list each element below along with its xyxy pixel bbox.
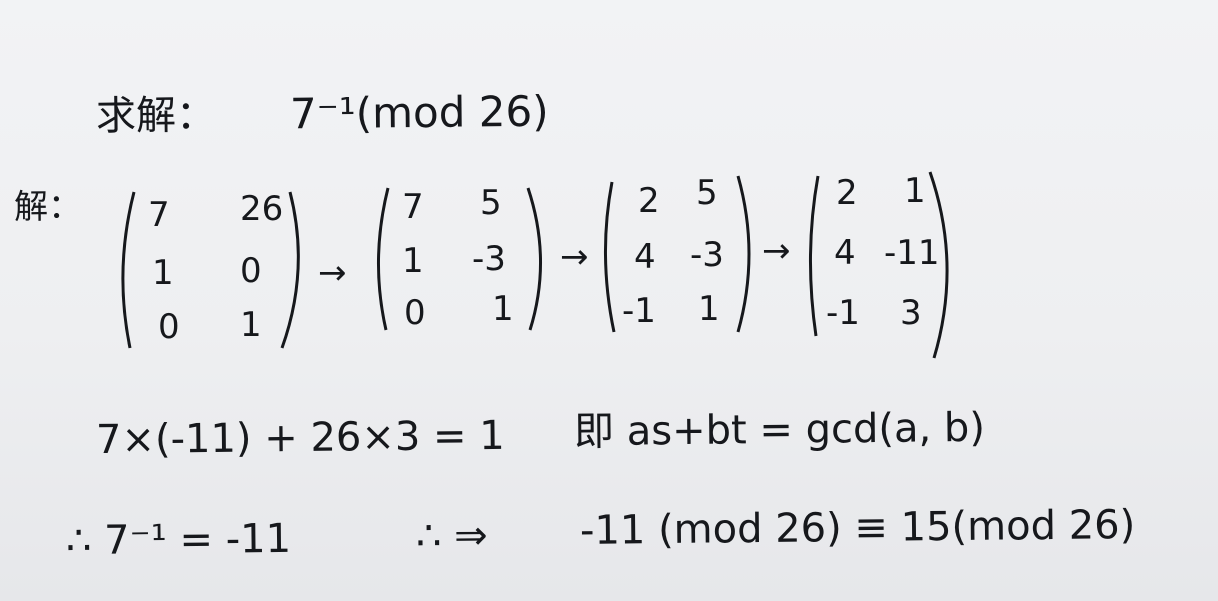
equation-lhs: 7×(-11) + 26×3 = 1 xyxy=(95,412,505,464)
conclusion-inverse: ∴ 7⁻¹ = -11 xyxy=(65,515,292,565)
matrix-1-r2-c1: 1 xyxy=(152,253,174,293)
transform-arrow-1: → xyxy=(318,253,347,293)
matrix-4: 2 1 4 -11 -1 3 xyxy=(804,166,960,362)
matrix-3-r1-c1: 2 xyxy=(638,181,660,221)
matrix-4-r3-c1: -1 xyxy=(826,293,860,333)
transform-arrow-3: → xyxy=(762,231,791,271)
solution-label: 解： xyxy=(13,186,83,228)
conclusion-result: -11 (mod 26) ≡ 15(mod 26) xyxy=(579,502,1136,554)
handwritten-page: 求解： 7⁻¹(mod 26) 解： 7 26 1 0 0 1 → 7 5 1 … xyxy=(0,0,1218,601)
matrix-3-r3-c2: 1 xyxy=(698,289,720,329)
matrix-4-r2-c1: 4 xyxy=(834,233,856,273)
matrix-3: 2 5 4 -3 -1 1 xyxy=(598,170,758,340)
matrix-4-r1-c2: 1 xyxy=(904,171,926,211)
matrix-2-r3-c1: 0 xyxy=(404,293,426,333)
matrix-2-r2-c2: -3 xyxy=(472,239,506,279)
matrix-1-r2-c2: 0 xyxy=(240,251,262,291)
matrix-4-r1-c1: 2 xyxy=(836,173,858,213)
matrix-2-brackets xyxy=(376,187,543,331)
matrix-1-r1-c1: 7 xyxy=(148,195,170,235)
matrix-4-r3-c2: 3 xyxy=(900,293,922,333)
conclusion-implies: ∴ ⇒ xyxy=(415,512,488,560)
matrix-2-r2-c1: 1 xyxy=(402,241,424,281)
matrix-1-r3-c1: 0 xyxy=(158,307,180,347)
problem-label: 求解： xyxy=(95,92,217,140)
matrix-3-r2-c1: 4 xyxy=(634,237,656,277)
problem-expression: 7⁻¹(mod 26) xyxy=(289,86,549,139)
matrix-1: 7 26 1 0 0 1 xyxy=(112,182,312,358)
matrix-3-r3-c1: -1 xyxy=(622,291,656,331)
matrix-2: 7 5 1 -3 0 1 xyxy=(368,178,554,338)
matrix-3-r2-c2: -3 xyxy=(690,235,724,275)
matrix-1-r1-c2: 26 xyxy=(240,189,284,229)
transform-arrow-2: → xyxy=(560,237,589,277)
equation-note: 即 as+bt = gcd(a, b) xyxy=(573,404,986,456)
matrix-3-r1-c2: 5 xyxy=(696,173,718,213)
matrix-2-r1-c2: 5 xyxy=(480,183,502,223)
matrix-2-r3-c2: 1 xyxy=(492,289,514,329)
matrix-4-r2-c2: -11 xyxy=(884,233,940,273)
matrix-2-r1-c1: 7 xyxy=(402,187,424,227)
matrix-1-r3-c2: 1 xyxy=(240,305,262,345)
